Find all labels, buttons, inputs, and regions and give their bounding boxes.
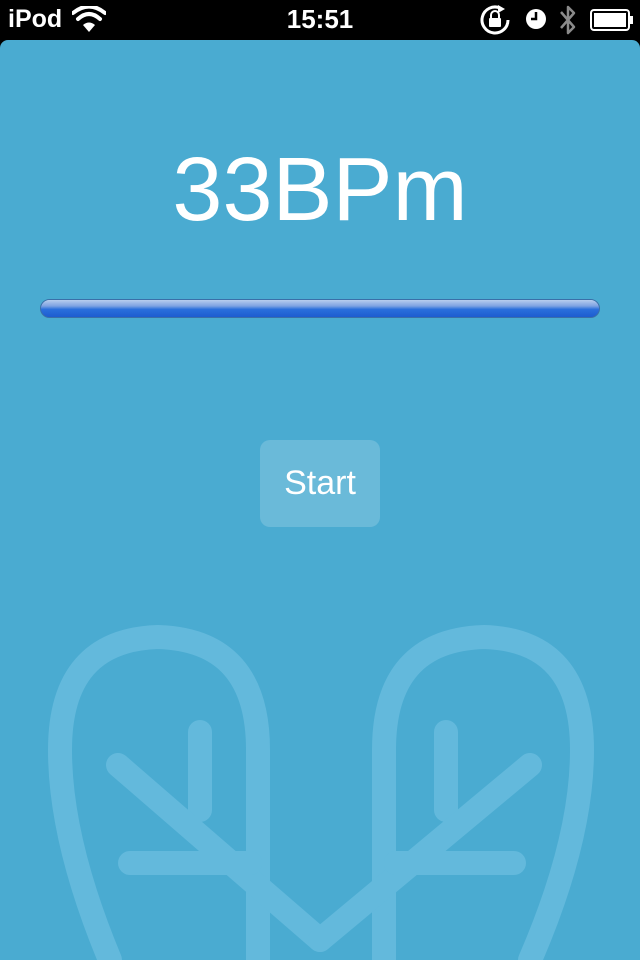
rotation-lock-icon bbox=[480, 5, 510, 35]
progress-bar bbox=[40, 299, 600, 318]
progress-bar-fill bbox=[41, 300, 599, 317]
bpm-display: 33BPm bbox=[172, 140, 468, 240]
alarm-icon bbox=[526, 9, 546, 29]
status-bar: iPod 15:51 bbox=[0, 0, 640, 40]
app-content: 33BPm Start bbox=[0, 40, 640, 960]
start-button[interactable]: Start bbox=[260, 440, 380, 527]
screen: iPod 15:51 33BPm Start bbox=[0, 0, 640, 960]
battery-icon bbox=[590, 9, 633, 31]
leaf-logo-icon bbox=[48, 625, 594, 960]
bluetooth-icon bbox=[560, 5, 576, 35]
